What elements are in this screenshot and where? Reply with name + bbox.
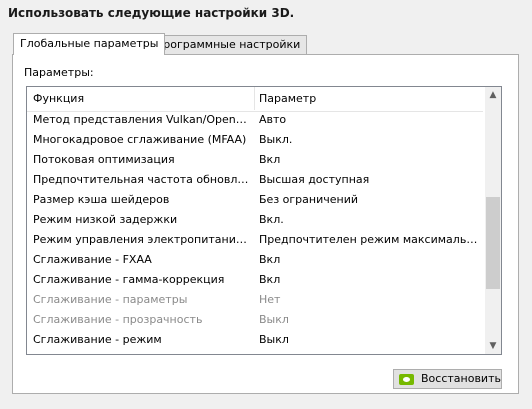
table-row[interactable]: Режим управления электропитанием Предпочт… (27, 230, 483, 250)
scrollbar-thumb[interactable] (486, 197, 500, 289)
row-function: Многокадровое сглаживание (MFAA) (33, 133, 247, 146)
row-parameter[interactable]: Вкл (259, 270, 479, 290)
settings-list[interactable]: Функция Параметр Метод представления Vul… (26, 86, 502, 355)
chevron-up-icon[interactable]: ▲ (485, 87, 501, 103)
table-row[interactable]: Сглаживание - FXAA Вкл (27, 250, 483, 270)
table-row[interactable]: Сглаживание - прозрачность Выкл (27, 310, 483, 330)
row-parameter[interactable]: Вкл (259, 150, 479, 170)
row-function: Сглаживание - параметры (33, 293, 188, 306)
row-function: Предпочтительная частота обновлени... (33, 173, 249, 186)
table-row[interactable]: Сглаживание - параметры Нет (27, 290, 483, 310)
restore-label: Восстановить (421, 372, 501, 385)
row-function: Сглаживание - режим (33, 333, 162, 346)
row-function: Сглаживание - FXAA (33, 253, 152, 266)
header-function[interactable]: Функция (33, 92, 84, 105)
table-row[interactable]: Режим низкой задержки Вкл. (27, 210, 483, 230)
row-parameter[interactable]: Выкл (259, 330, 479, 350)
table-row[interactable]: Сглаживание - гамма-коррекция Вкл (27, 270, 483, 290)
table-row[interactable]: Потоковая оптимизация Вкл (27, 150, 483, 170)
list-header: Функция Параметр (27, 87, 483, 112)
header-parameter[interactable]: Параметр (259, 92, 316, 105)
row-function: Сглаживание - OpenGL GDI (33, 350, 249, 354)
row-parameter[interactable]: Без ограничений (259, 190, 479, 210)
row-function: Режим управления электропитанием (33, 233, 249, 246)
table-row[interactable]: Предпочтительная частота обновлени... Выс… (27, 170, 483, 190)
row-function: Сглаживание - прозрачность (33, 313, 203, 326)
row-function: Сглаживание - гамма-коррекция (33, 273, 225, 286)
row-parameter[interactable]: Выкл (259, 310, 479, 330)
row-parameter[interactable]: Вкл. (259, 210, 479, 230)
row-parameter[interactable]: Выкл. (259, 130, 479, 150)
table-row[interactable]: Метод представления Vulkan/OpenGL Авто (27, 110, 483, 130)
tab-program-settings[interactable]: Программные настройки (148, 35, 308, 54)
row-function: Потоковая оптимизация (33, 153, 175, 166)
row-parameter[interactable]: Высшая доступная (259, 170, 479, 190)
table-row[interactable]: Размер кэша шейдеров Без ограничений (27, 190, 483, 210)
table-row[interactable]: Сглаживание - режим Выкл (27, 330, 483, 350)
restore-button[interactable]: Восстановить (393, 369, 502, 389)
params-label: Параметры: (24, 66, 94, 79)
table-row[interactable]: Многокадровое сглаживание (MFAA) Выкл. (27, 130, 483, 150)
row-function: Метод представления Vulkan/OpenGL (33, 113, 249, 126)
row-parameter[interactable]: Авто (259, 350, 479, 354)
row-parameter[interactable]: Предпочтителен режим максимальной п... (259, 230, 479, 250)
header-divider[interactable] (254, 87, 255, 110)
chevron-down-icon[interactable]: ▼ (485, 338, 501, 354)
row-parameter[interactable]: Авто (259, 110, 479, 130)
nvidia-icon (399, 374, 414, 385)
table-row[interactable]: Сглаживание - OpenGL GDI Авто (27, 350, 483, 354)
row-parameter[interactable]: Нет (259, 290, 479, 310)
tab-global-settings[interactable]: Глобальные параметры (13, 33, 166, 55)
section-title: Использовать следующие настройки 3D. (8, 6, 295, 20)
row-function: Режим низкой задержки (33, 213, 178, 226)
row-parameter[interactable]: Вкл (259, 250, 479, 270)
row-function: Размер кэша шейдеров (33, 193, 170, 206)
vertical-scrollbar[interactable]: ▲ ▼ (485, 87, 501, 354)
